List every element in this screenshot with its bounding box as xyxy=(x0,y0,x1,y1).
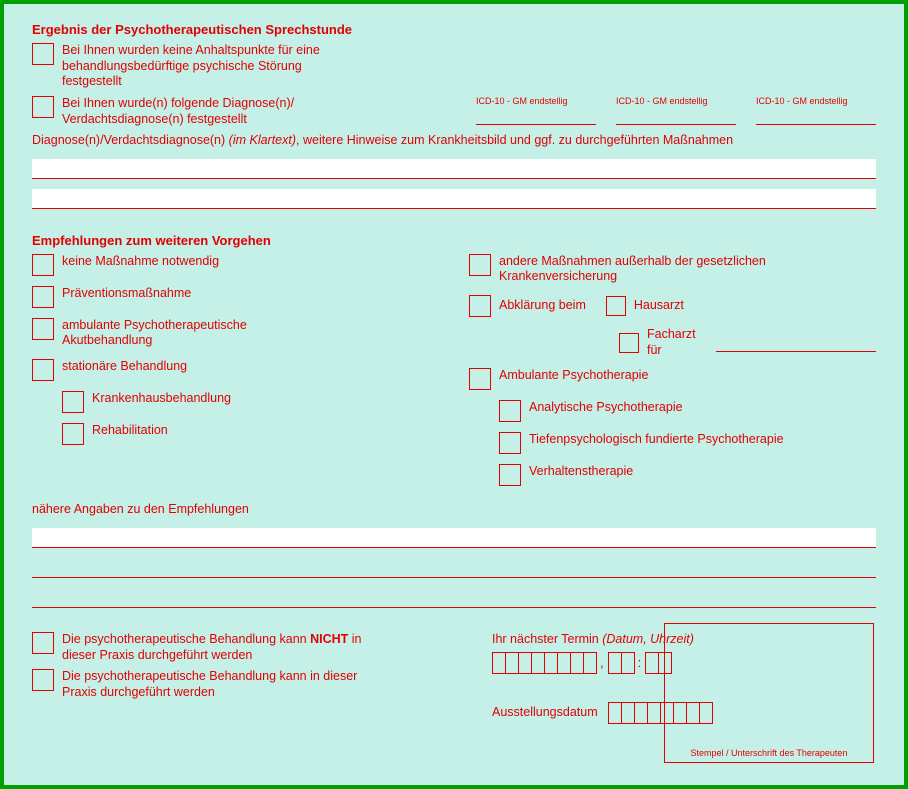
label-depth: Tiefenpsychologisch fundierte Psychother… xyxy=(529,432,784,448)
icd-block: ICD-10 - GM endstellig ICD-10 - GM endst… xyxy=(476,96,876,125)
icd-field-3: ICD-10 - GM endstellig xyxy=(756,96,876,125)
issue-d1[interactable] xyxy=(608,702,622,724)
label-diagnosis: Bei Ihnen wurde(n) folgende Diagnose(n)/… xyxy=(62,96,362,127)
label-specialist: Facharzt für xyxy=(647,327,708,358)
label-behavior: Verhaltenstherapie xyxy=(529,464,633,480)
label-cannot: Die psychotherapeutische Behandlung kann… xyxy=(62,632,382,663)
label-none: keine Maßnahme notwendig xyxy=(62,254,219,270)
icd-input-2[interactable] xyxy=(616,107,736,125)
issue-d2[interactable] xyxy=(621,702,635,724)
checkbox-behavior[interactable] xyxy=(499,464,521,486)
date-m1[interactable] xyxy=(518,652,532,674)
checkbox-depth[interactable] xyxy=(499,432,521,454)
next-appt-prefix: Ihr nächster Termin xyxy=(492,632,602,646)
diag-line-1[interactable] xyxy=(32,159,876,179)
icd-label-2: ICD-10 - GM endstellig xyxy=(616,96,736,106)
date-cells xyxy=(492,652,596,674)
icd-label-3: ICD-10 - GM endstellig xyxy=(756,96,876,106)
icd-label-1: ICD-10 - GM endstellig xyxy=(476,96,596,106)
diag-prefix: Diagnose(n)/Verdachtsdiagnose(n) xyxy=(32,133,229,147)
checkbox-hospital[interactable] xyxy=(62,391,84,413)
checkbox-gp[interactable] xyxy=(606,296,626,316)
checkbox-specialist[interactable] xyxy=(619,333,639,353)
checkbox-clarify[interactable] xyxy=(469,295,491,317)
checkbox-rehab[interactable] xyxy=(62,423,84,445)
issue-m2[interactable] xyxy=(647,702,661,724)
checkbox-amb-psy[interactable] xyxy=(469,368,491,390)
row-diagnosis: Bei Ihnen wurde(n) folgende Diagnose(n)/… xyxy=(32,96,876,127)
issue-m1[interactable] xyxy=(634,702,648,724)
diag-text-line: Diagnose(n)/Verdachtsdiagnose(n) (im Kla… xyxy=(32,133,876,149)
checkbox-no-findings[interactable] xyxy=(32,43,54,65)
comma-sep: , xyxy=(596,655,608,670)
checkbox-prevention[interactable] xyxy=(32,286,54,308)
time-h1[interactable] xyxy=(608,652,622,674)
diag-line-2[interactable] xyxy=(32,189,876,209)
diag-italic: (im Klartext) xyxy=(229,133,296,147)
label-other: andere Maßnahmen außerhalb der gesetzlic… xyxy=(499,254,799,285)
icd-field-1: ICD-10 - GM endstellig xyxy=(476,96,596,125)
label-hospital: Krankenhausbehandlung xyxy=(92,391,231,407)
label-analytic: Analytische Psychotherapie xyxy=(529,400,683,416)
checkbox-can[interactable] xyxy=(32,669,54,691)
label-clarify: Abklärung beim xyxy=(499,298,586,314)
checkbox-acute[interactable] xyxy=(32,318,54,340)
hour-cells xyxy=(608,652,634,674)
details-line-1[interactable] xyxy=(32,528,876,548)
time-m1[interactable] xyxy=(645,652,659,674)
recommendations-grid: keine Maßnahme notwendig Präventionsmaßn… xyxy=(32,254,876,497)
label-acute: ambulante Psychotherapeutische Akutbehan… xyxy=(62,318,282,349)
section1-heading: Ergebnis der Psychotherapeutischen Sprec… xyxy=(32,22,876,37)
date-y2[interactable] xyxy=(557,652,571,674)
specialist-input[interactable] xyxy=(716,334,876,352)
label-rehab: Rehabilitation xyxy=(92,423,168,439)
date-d2[interactable] xyxy=(505,652,519,674)
checkbox-stationary[interactable] xyxy=(32,359,54,381)
date-y4[interactable] xyxy=(583,652,597,674)
checkbox-diagnosis[interactable] xyxy=(32,96,54,118)
label-no-findings: Bei Ihnen wurden keine Anhaltspunkte für… xyxy=(62,43,362,90)
colon-sep: : xyxy=(634,655,646,670)
icd-input-3[interactable] xyxy=(756,107,876,125)
checkbox-cannot[interactable] xyxy=(32,632,54,654)
issue-date-label: Ausstellungsdatum xyxy=(492,705,598,721)
col-right: andere Maßnahmen außerhalb der gesetzlic… xyxy=(469,254,876,497)
time-h2[interactable] xyxy=(621,652,635,674)
date-y1[interactable] xyxy=(544,652,558,674)
stamp-box[interactable]: Stempel / Unterschrift des Therapeuten xyxy=(664,623,874,763)
label-can: Die psychotherapeutische Behandlung kann… xyxy=(62,669,382,700)
checkbox-analytic[interactable] xyxy=(499,400,521,422)
icd-input-1[interactable] xyxy=(476,107,596,125)
date-d1[interactable] xyxy=(492,652,506,674)
date-m2[interactable] xyxy=(531,652,545,674)
label-gp: Hausarzt xyxy=(634,298,684,314)
details-label: nähere Angaben zu den Empfehlungen xyxy=(32,502,876,518)
bottom-left: Die psychotherapeutische Behandlung kann… xyxy=(32,632,482,724)
checkbox-none[interactable] xyxy=(32,254,54,276)
section2-heading: Empfehlungen zum weiteren Vorgehen xyxy=(32,233,876,248)
label-amb-psy: Ambulante Psychotherapie xyxy=(499,368,648,384)
col-left: keine Maßnahme notwendig Präventionsmaßn… xyxy=(32,254,439,497)
icd-field-2: ICD-10 - GM endstellig xyxy=(616,96,736,125)
stamp-label: Stempel / Unterschrift des Therapeuten xyxy=(691,748,848,758)
row-no-findings: Bei Ihnen wurden keine Anhaltspunkte für… xyxy=(32,43,876,90)
form-page: Ergebnis der Psychotherapeutischen Sprec… xyxy=(0,0,908,789)
date-y3[interactable] xyxy=(570,652,584,674)
details-line-3[interactable] xyxy=(32,588,876,608)
diag-suffix: , weitere Hinweise zum Krankheitsbild un… xyxy=(296,133,733,147)
label-prevention: Präventionsmaßnahme xyxy=(62,286,191,302)
checkbox-other[interactable] xyxy=(469,254,491,276)
label-stationary: stationäre Behandlung xyxy=(62,359,187,375)
details-line-2[interactable] xyxy=(32,558,876,578)
cannot-prefix: Die psychotherapeutische Behandlung kann xyxy=(62,632,310,646)
cannot-bold: NICHT xyxy=(310,632,348,646)
